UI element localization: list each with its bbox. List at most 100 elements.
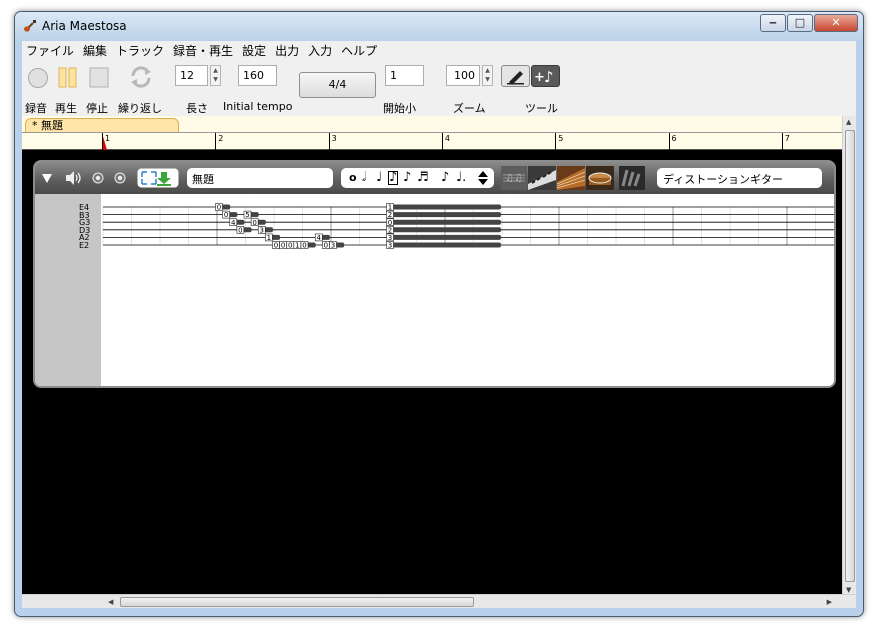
- fret-number: 3: [331, 242, 335, 250]
- measure-mark: 3: [328, 133, 337, 150]
- note-duration: [387, 212, 501, 218]
- record-label: 録音: [25, 102, 47, 115]
- chevron-up-icon[interactable]: ▲: [211, 66, 220, 75]
- note-duration: [387, 219, 501, 225]
- menu-input[interactable]: 入力: [308, 42, 332, 59]
- svg-text:♪: ♪: [544, 68, 554, 86]
- fret-number: 4: [317, 234, 322, 242]
- maximize-button[interactable]: □: [787, 14, 813, 32]
- window-title: Aria Maestosa: [42, 19, 127, 33]
- tempo-label: Initial tempo: [223, 100, 293, 113]
- mute-radio-icon[interactable]: [114, 172, 126, 184]
- title-bar[interactable]: Aria Maestosa ‒ □ ✕: [15, 12, 863, 40]
- vertical-scroll-thumb[interactable]: [845, 130, 855, 582]
- menu-edit[interactable]: 編集: [83, 42, 107, 59]
- tab-note[interactable]: 3: [329, 241, 345, 250]
- eighth-note-icon-selected[interactable]: ♪: [388, 171, 399, 185]
- zoom-input[interactable]: 100: [446, 65, 480, 86]
- scroll-right-icon[interactable]: ▶: [827, 598, 832, 606]
- fret-number: 5: [245, 211, 249, 219]
- chevron-down-icon[interactable]: ▼: [211, 75, 220, 84]
- menu-track[interactable]: トラック: [116, 42, 164, 59]
- length-input[interactable]: 12: [175, 65, 208, 86]
- collapse-triangle-icon[interactable]: [41, 172, 53, 184]
- scroll-down-icon[interactable]: ▼: [846, 586, 851, 594]
- scroll-up-icon[interactable]: ▲: [846, 118, 851, 126]
- tab-note[interactable]: 0: [236, 225, 252, 234]
- minimize-icon: ‒: [769, 16, 777, 29]
- controller-view-icon[interactable]: [619, 166, 645, 190]
- note-duration: [387, 234, 501, 240]
- length-label: 長さ: [186, 102, 208, 115]
- thirtysecond-note-icon[interactable]: ♬: [417, 170, 429, 186]
- sixteenth-note-icon[interactable]: ♪: [403, 170, 411, 186]
- fret-number: 3: [260, 226, 264, 234]
- menu-settings[interactable]: 設定: [242, 42, 266, 59]
- tempo-input[interactable]: 160: [238, 65, 277, 86]
- measure-mark: 4: [441, 133, 450, 150]
- chevron-down-icon[interactable]: ▼: [483, 75, 492, 84]
- triplet-icon[interactable]: ♪: [441, 170, 449, 186]
- loop-icon[interactable]: [128, 64, 154, 90]
- start-measure-input[interactable]: 1: [385, 65, 424, 86]
- drum-view-icon[interactable]: [586, 166, 614, 190]
- tablature-editor[interactable]: E4 B3 G3 D3 A2 E2 0040503100010403120233: [35, 194, 834, 388]
- vertical-scrollbar[interactable]: ▲ ▼: [842, 116, 856, 596]
- pencil-tool-button[interactable]: [501, 65, 530, 87]
- dock-down-icon[interactable]: [137, 168, 179, 188]
- whole-note-icon[interactable]: o: [349, 170, 357, 186]
- stop-label: 停止: [86, 102, 108, 115]
- note-duration: [387, 227, 501, 233]
- menu-file[interactable]: ファイル: [26, 42, 74, 59]
- quarter-note-icon[interactable]: ♩: [376, 170, 382, 186]
- speaker-icon[interactable]: [65, 170, 83, 186]
- keyboard-view-icon[interactable]: [528, 166, 556, 190]
- tools-label: ツール: [525, 102, 558, 115]
- measure-mark: 2: [215, 133, 223, 150]
- instrument-field[interactable]: ディストーションギター: [657, 168, 822, 188]
- play-icon[interactable]: [58, 67, 78, 89]
- dotted-note-icon[interactable]: ♩.: [456, 170, 466, 186]
- tab-note[interactable]: 0: [386, 218, 502, 227]
- menu-output[interactable]: 出力: [275, 42, 299, 59]
- track-name-field[interactable]: 無題: [187, 168, 333, 188]
- solo-radio-icon[interactable]: [92, 172, 104, 184]
- fret-number: 0: [274, 242, 278, 250]
- stop-icon[interactable]: [89, 67, 109, 89]
- menu-playback[interactable]: 録音・再生: [173, 42, 233, 59]
- measure-ruler[interactable]: 1 2 3 4 5 6 7: [22, 132, 842, 150]
- add-note-tool-button[interactable]: + ♪: [531, 65, 560, 87]
- close-button[interactable]: ✕: [814, 14, 858, 32]
- measure-mark: 6: [668, 133, 677, 150]
- tab-note[interactable]: 2: [386, 225, 502, 234]
- pencil-icon: [507, 71, 524, 85]
- length-stepper[interactable]: ▲ ▼: [210, 65, 221, 86]
- menu-help[interactable]: ヘルプ: [341, 42, 377, 59]
- scroll-left-icon[interactable]: ◀: [108, 598, 113, 606]
- tab-note[interactable]: 3: [386, 241, 502, 250]
- tablature-staff[interactable]: 004050310 0 0 1 040 3120233: [101, 194, 834, 388]
- tab-note[interactable]: 3: [386, 233, 502, 242]
- tab-note[interactable]: 2: [386, 210, 502, 219]
- measure-mark: 5: [555, 133, 563, 150]
- minimize-button[interactable]: ‒: [760, 14, 786, 32]
- tab-untitled[interactable]: * 無題: [25, 118, 179, 133]
- half-note-icon[interactable]: 𝅗𝅥: [362, 170, 366, 186]
- time-signature-button[interactable]: 4/4: [299, 72, 376, 98]
- chevron-up-icon[interactable]: ▲: [483, 66, 492, 75]
- note-duration: [387, 242, 501, 248]
- svg-text:♫♫: ♫♫: [505, 173, 523, 184]
- score-view-icon[interactable]: ♫♫: [501, 166, 527, 190]
- guitar-view-icon[interactable]: [557, 166, 585, 190]
- app-window: Aria Maestosa ‒ □ ✕ ファイル 編集 トラック 録音・再生 設…: [14, 11, 864, 617]
- tab-note[interactable]: 0: [300, 241, 316, 250]
- horizontal-scroll-thumb[interactable]: [120, 597, 474, 607]
- fret-number: 0: [288, 242, 292, 250]
- zoom-stepper[interactable]: ▲ ▼: [482, 65, 493, 86]
- tab-note[interactable]: 1: [386, 203, 502, 212]
- maximize-icon: □: [794, 16, 806, 29]
- record-icon[interactable]: [27, 67, 49, 89]
- string-label-gutter: E4 B3 G3 D3 A2 E2: [35, 194, 101, 386]
- horizontal-scrollbar[interactable]: ◀ ▶: [22, 594, 856, 608]
- duration-spinner-icon[interactable]: [477, 171, 489, 185]
